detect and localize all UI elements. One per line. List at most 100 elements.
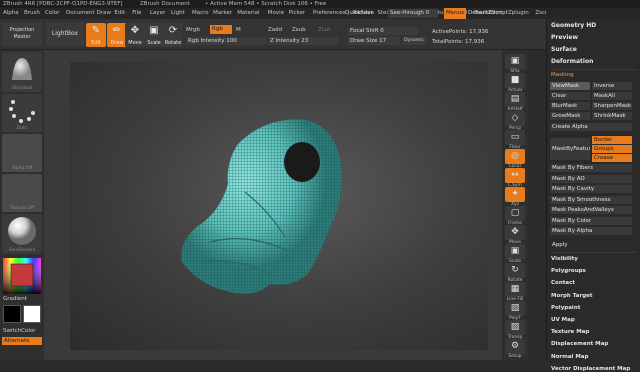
stroke-slot[interactable]: Dots (2, 94, 42, 132)
preview-header[interactable]: Preview (551, 34, 578, 41)
menu-brush[interactable]: Brush (24, 8, 40, 19)
normal-map-header[interactable]: Normal Map (551, 354, 588, 360)
menu-draw[interactable]: Draw (97, 8, 111, 19)
rotate-button[interactable]: ⟳ Rotate (163, 23, 183, 47)
frame-button[interactable]: ▢ Frame (505, 206, 525, 226)
move-button[interactable]: ✥ Move (505, 225, 525, 245)
deformation-header[interactable]: Deformation (551, 58, 593, 65)
menu-picker[interactable]: Picker (289, 8, 305, 19)
lightbox-button[interactable]: LightBox (46, 22, 84, 46)
mask-by-fibers-button[interactable]: Mask By Fibers (550, 164, 632, 172)
transp-button[interactable]: ▨ Transp (505, 320, 525, 340)
crease-toggle[interactable]: Crease (592, 154, 632, 162)
visibility-header[interactable]: Visibility (551, 256, 578, 262)
rgb-intensity-slider[interactable]: Rgb Intensity 100 (186, 37, 266, 45)
edit-button[interactable]: ✎ Edit (86, 23, 106, 47)
l-sym-button[interactable]: ↔ L.Sym (505, 168, 525, 188)
grow-mask-button[interactable]: GrowMask (550, 112, 590, 120)
shrink-mask-button[interactable]: ShrinkMask (592, 112, 632, 120)
sculpt-mesh[interactable] (70, 62, 488, 350)
quicksave-button[interactable]: QuickSave (345, 8, 383, 19)
menu-color[interactable]: Color (45, 8, 59, 19)
alpha-slot[interactable]: Alpha Off (2, 134, 42, 172)
inverse-button[interactable]: Inverse (592, 82, 632, 90)
spix-button[interactable]: ▣ SPix (505, 54, 525, 74)
color-picker[interactable] (3, 258, 41, 294)
mask-peaksandvalleys-button[interactable]: Mask PeaksAndValleys (550, 206, 632, 214)
draw-size-slider[interactable]: Draw Size 17 (348, 37, 400, 45)
scale-button[interactable]: ▣ Scale (505, 244, 525, 264)
menu-macro[interactable]: Macro (192, 8, 209, 19)
focal-shift-slider[interactable]: Focal Shift 0 (348, 27, 418, 35)
menu-document[interactable]: Document (66, 8, 95, 19)
mask-by-alpha-button[interactable]: Mask By Alpha (550, 227, 632, 235)
polygroups-header[interactable]: Polygroups (551, 268, 586, 274)
zcut-button[interactable]: Zcut (318, 27, 330, 33)
material-slot[interactable]: SkinShade4 (2, 214, 42, 254)
sharpen-mask-button[interactable]: SharpenMask (592, 102, 632, 110)
menu-marker[interactable]: Marker (213, 8, 232, 19)
mask-by-ao-button[interactable]: Mask By AO (550, 174, 632, 183)
main-color-swatch[interactable] (3, 305, 21, 323)
menu-file[interactable]: File (132, 8, 141, 19)
geometry-hd-header[interactable]: Geometry HD (551, 22, 596, 29)
line-fill-button[interactable]: ▦ Line Fill (505, 282, 525, 302)
m-button[interactable]: M (236, 27, 241, 33)
surface-header[interactable]: Surface (551, 46, 577, 53)
local-button[interactable]: ◎ Local (505, 149, 525, 169)
dynamic-toggle[interactable]: Dynamic (402, 37, 426, 45)
default-zscript-button[interactable]: DefaultZScript (468, 8, 518, 19)
scale-button[interactable]: ▣ Scale (144, 23, 164, 47)
texture-slot[interactable]: Texture Off (2, 174, 42, 212)
secondary-color-swatch[interactable] (23, 305, 41, 323)
uv-map-header[interactable]: UV Map (551, 317, 575, 323)
menu-material[interactable]: Material (237, 8, 259, 19)
viewport[interactable] (44, 50, 502, 360)
texture-map-header[interactable]: Texture Map (551, 329, 589, 335)
floor-button[interactable]: ▭ Floor (505, 130, 525, 150)
alternate-button[interactable]: Alternate (2, 337, 42, 345)
polypaint-header[interactable]: Polypaint (551, 305, 580, 311)
polyf-button[interactable]: ▧ PolyF (505, 301, 525, 321)
mask-by-cavity-button[interactable]: Mask By Cavity (550, 185, 632, 193)
groups-toggle[interactable]: Groups (592, 145, 632, 153)
zadd-button[interactable]: Zadd (268, 27, 282, 33)
apply-button[interactable]: Apply (550, 241, 632, 249)
xyz-button[interactable]: ✦ Xyz (505, 187, 525, 207)
menu-layer[interactable]: Layer (150, 8, 165, 19)
gradient-label[interactable]: Gradient (3, 296, 27, 302)
mask-all-button[interactable]: MaskAll (592, 92, 632, 100)
see-through-slider[interactable]: See-through 0 (388, 9, 438, 18)
zsub-button[interactable]: Zsub (292, 27, 306, 33)
mask-by-feature-button[interactable]: MaskByFeature (550, 138, 590, 160)
viewmask-button[interactable]: ViewMask (550, 82, 590, 90)
create-alpha-button[interactable]: Create Alpha (550, 123, 632, 131)
vector-displacement-map-header[interactable]: Vector Displacement Map (551, 366, 630, 372)
projection-master-button[interactable]: Projection Master (2, 22, 42, 46)
persp-button[interactable]: ◇ Persp (505, 111, 525, 131)
mask-by-smoothness-button[interactable]: Mask By Smoothness (550, 195, 632, 204)
z-intensity-slider[interactable]: Z Intensity 23 (268, 37, 338, 45)
displacement-map-header[interactable]: Displacement Map (551, 341, 608, 347)
masking-header[interactable]: Masking (551, 72, 574, 78)
menu-light[interactable]: Light (171, 8, 185, 19)
rgb-button[interactable]: Rgb (210, 25, 232, 34)
blur-mask-button[interactable]: BlurMask (550, 102, 590, 110)
border-toggle[interactable]: Border (592, 136, 632, 144)
aahalf-button[interactable]: ▤ AAHalf (505, 92, 525, 112)
menus-toggle[interactable]: Menus (444, 8, 466, 19)
morph-target-header[interactable]: Morph Target (551, 293, 593, 299)
clear-mask-button[interactable]: Clear (550, 92, 590, 100)
move-button[interactable]: ✥ Move (125, 23, 145, 47)
canvas[interactable] (70, 62, 488, 350)
contact-header[interactable]: Contact (551, 280, 575, 286)
menu-preferences[interactable]: Preferences (313, 8, 345, 19)
rotate-button[interactable]: ↻ Rotate (505, 263, 525, 283)
mrgb-button[interactable]: Mrgb (186, 27, 200, 33)
menu-movie[interactable]: Movie (268, 8, 284, 19)
mask-by-color-button[interactable]: Mask By Color (550, 216, 632, 225)
draw-button[interactable]: ✏ Draw (107, 23, 127, 47)
switch-color-button[interactable]: SwitchColor (3, 328, 36, 334)
actual-button[interactable]: ■ Actual (505, 73, 525, 93)
menu-edit[interactable]: Edit (114, 8, 125, 19)
